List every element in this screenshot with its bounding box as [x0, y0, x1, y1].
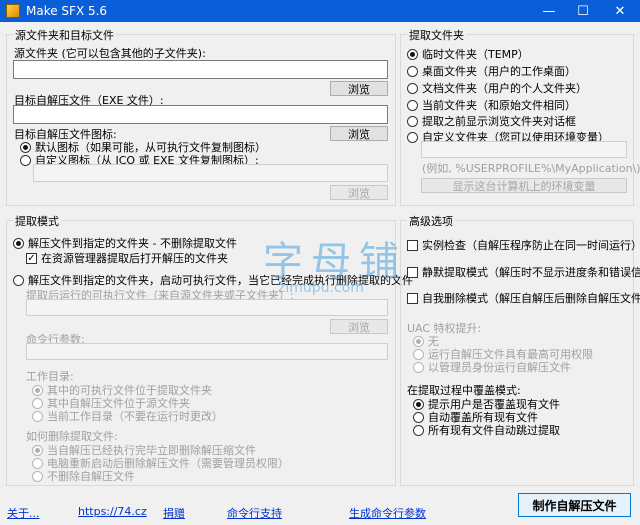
example-hint: (例如, %USERPROFILE%\MyApplication\) — [422, 162, 640, 175]
open-explorer-checkbox[interactable]: 在资源管理器提取后打开解压的文件夹 — [26, 250, 228, 266]
single-instance-checkbox[interactable]: 实例检查（自解压程序防止在同一时间运行） — [407, 237, 640, 253]
radio-dot — [32, 444, 43, 456]
checkbox-box — [26, 252, 37, 264]
overwrite-skip-radio[interactable]: 所有现有文件自动跳过提取 — [413, 422, 560, 438]
checkbox-box — [407, 239, 418, 251]
mode-keep-label: 解压文件到指定的文件夹 - 不删除提取文件 — [28, 237, 237, 250]
radio-dot — [13, 274, 24, 286]
radio-dot — [20, 141, 31, 153]
radio-dot — [413, 335, 424, 347]
folder-option-label: 提取之前显示浏览文件夹对话框 — [422, 115, 576, 128]
folder-temp-radio[interactable]: 临时文件夹（TEMP） — [407, 46, 529, 62]
radio-dot — [407, 131, 418, 143]
source-target-group-title: 源文件夹和目标文件 — [13, 27, 116, 43]
self-delete-checkbox[interactable]: 自我删除模式（解压自解压后删除自解压文件） — [407, 290, 640, 306]
donate-link[interactable]: 捐赠 — [163, 505, 185, 521]
run-after-input[interactable] — [26, 299, 388, 316]
checkbox-box — [407, 266, 418, 278]
gen-cmd-link[interactable]: 生成命令行参数 — [349, 505, 426, 521]
radio-dot — [407, 99, 418, 111]
radio-dot — [407, 48, 418, 60]
workdir-option-label: 当前工作目录（不要在运行时更改） — [47, 410, 223, 423]
browse-source-button[interactable]: 浏览 — [330, 81, 388, 96]
radio-dot — [413, 348, 424, 360]
folder-option-label: 当前文件夹（和原始文件相同） — [422, 99, 576, 112]
uac-option-label: 以管理员身份运行自解压文件 — [428, 361, 571, 374]
website-link[interactable]: https://74.cz — [78, 505, 147, 518]
extract-mode-group-title: 提取模式 — [13, 213, 61, 229]
radio-dot — [32, 457, 43, 469]
title-bar: Make SFX 5.6 — ☐ ✕ — [0, 0, 640, 22]
open-explorer-label: 在资源管理器提取后打开解压的文件夹 — [41, 252, 228, 265]
app-icon — [6, 4, 20, 18]
browse-target-button[interactable]: 浏览 — [330, 126, 388, 141]
watermark-text: 字母铺 — [263, 239, 407, 285]
window-title: Make SFX 5.6 — [26, 4, 108, 18]
checkbox-box — [407, 292, 418, 304]
radio-dot — [407, 82, 418, 94]
extract-folder-group-title: 提取文件夹 — [407, 27, 466, 43]
target-file-input[interactable] — [13, 105, 388, 124]
radio-dot — [413, 411, 424, 423]
folder-documents-radio[interactable]: 文档文件夹（用户的个人文件夹） — [407, 80, 587, 96]
cmd-support-link[interactable]: 命令行支持 — [227, 505, 282, 521]
make-sfx-button[interactable]: 制作自解压文件 — [518, 493, 631, 517]
silent-checkbox[interactable]: 静默提取模式（解压时不显示进度条和错误信息） — [407, 264, 640, 280]
show-env-vars-button[interactable]: 显示这台计算机上的环境变量 — [421, 178, 627, 193]
radio-dot — [407, 115, 418, 127]
folder-option-label: 临时文件夹（TEMP） — [422, 48, 529, 61]
delete-option-label: 不删除自解压文件 — [47, 470, 135, 483]
cmd-args-input[interactable] — [26, 343, 388, 360]
self-delete-label: 自我删除模式（解压自解压后删除自解压文件） — [422, 292, 640, 305]
watermark-url: zimupu.com — [278, 280, 364, 296]
folder-desktop-radio[interactable]: 桌面文件夹（用户的工作桌面） — [407, 63, 576, 79]
folder-option-label: 桌面文件夹（用户的工作桌面） — [422, 65, 576, 78]
uac-option-radio[interactable]: 以管理员身份运行自解压文件 — [413, 359, 571, 375]
radio-dot — [413, 398, 424, 410]
icon-path-input[interactable] — [33, 164, 388, 182]
radio-dot — [407, 65, 418, 77]
radio-dot — [32, 397, 43, 409]
browse-icon-button[interactable]: 浏览 — [330, 185, 388, 200]
overwrite-option-label: 所有现有文件自动跳过提取 — [428, 424, 560, 437]
radio-dot — [32, 410, 43, 422]
custom-folder-input[interactable] — [421, 141, 627, 158]
radio-dot — [13, 237, 24, 249]
workdir-option-radio[interactable]: 当前工作目录（不要在运行时更改） — [32, 408, 223, 424]
maximize-button[interactable]: ☐ — [566, 0, 600, 22]
about-link[interactable]: 关于... — [7, 505, 40, 521]
single-instance-label: 实例检查（自解压程序防止在同一时间运行） — [422, 239, 640, 252]
radio-dot — [32, 384, 43, 396]
source-folder-label: 源文件夹 (它可以包含其他的子文件夹): — [14, 47, 206, 60]
silent-label: 静默提取模式（解压时不显示进度条和错误信息） — [422, 266, 640, 279]
radio-dot — [20, 154, 31, 166]
folder-current-radio[interactable]: 当前文件夹（和原始文件相同） — [407, 97, 576, 113]
advanced-group-title: 高级选项 — [407, 213, 455, 229]
radio-dot — [413, 361, 424, 373]
close-button[interactable]: ✕ — [600, 0, 640, 22]
minimize-button[interactable]: — — [532, 0, 566, 22]
folder-browse-radio[interactable]: 提取之前显示浏览文件夹对话框 — [407, 113, 576, 129]
mode-keep-radio[interactable]: 解压文件到指定的文件夹 - 不删除提取文件 — [13, 235, 237, 251]
browse-run-after-button[interactable]: 浏览 — [330, 319, 388, 334]
folder-option-label: 文档文件夹（用户的个人文件夹） — [422, 82, 587, 95]
source-folder-input[interactable] — [13, 60, 388, 79]
radio-dot — [32, 470, 43, 482]
delete-option-radio[interactable]: 不删除自解压文件 — [32, 468, 135, 484]
radio-dot — [413, 424, 424, 436]
